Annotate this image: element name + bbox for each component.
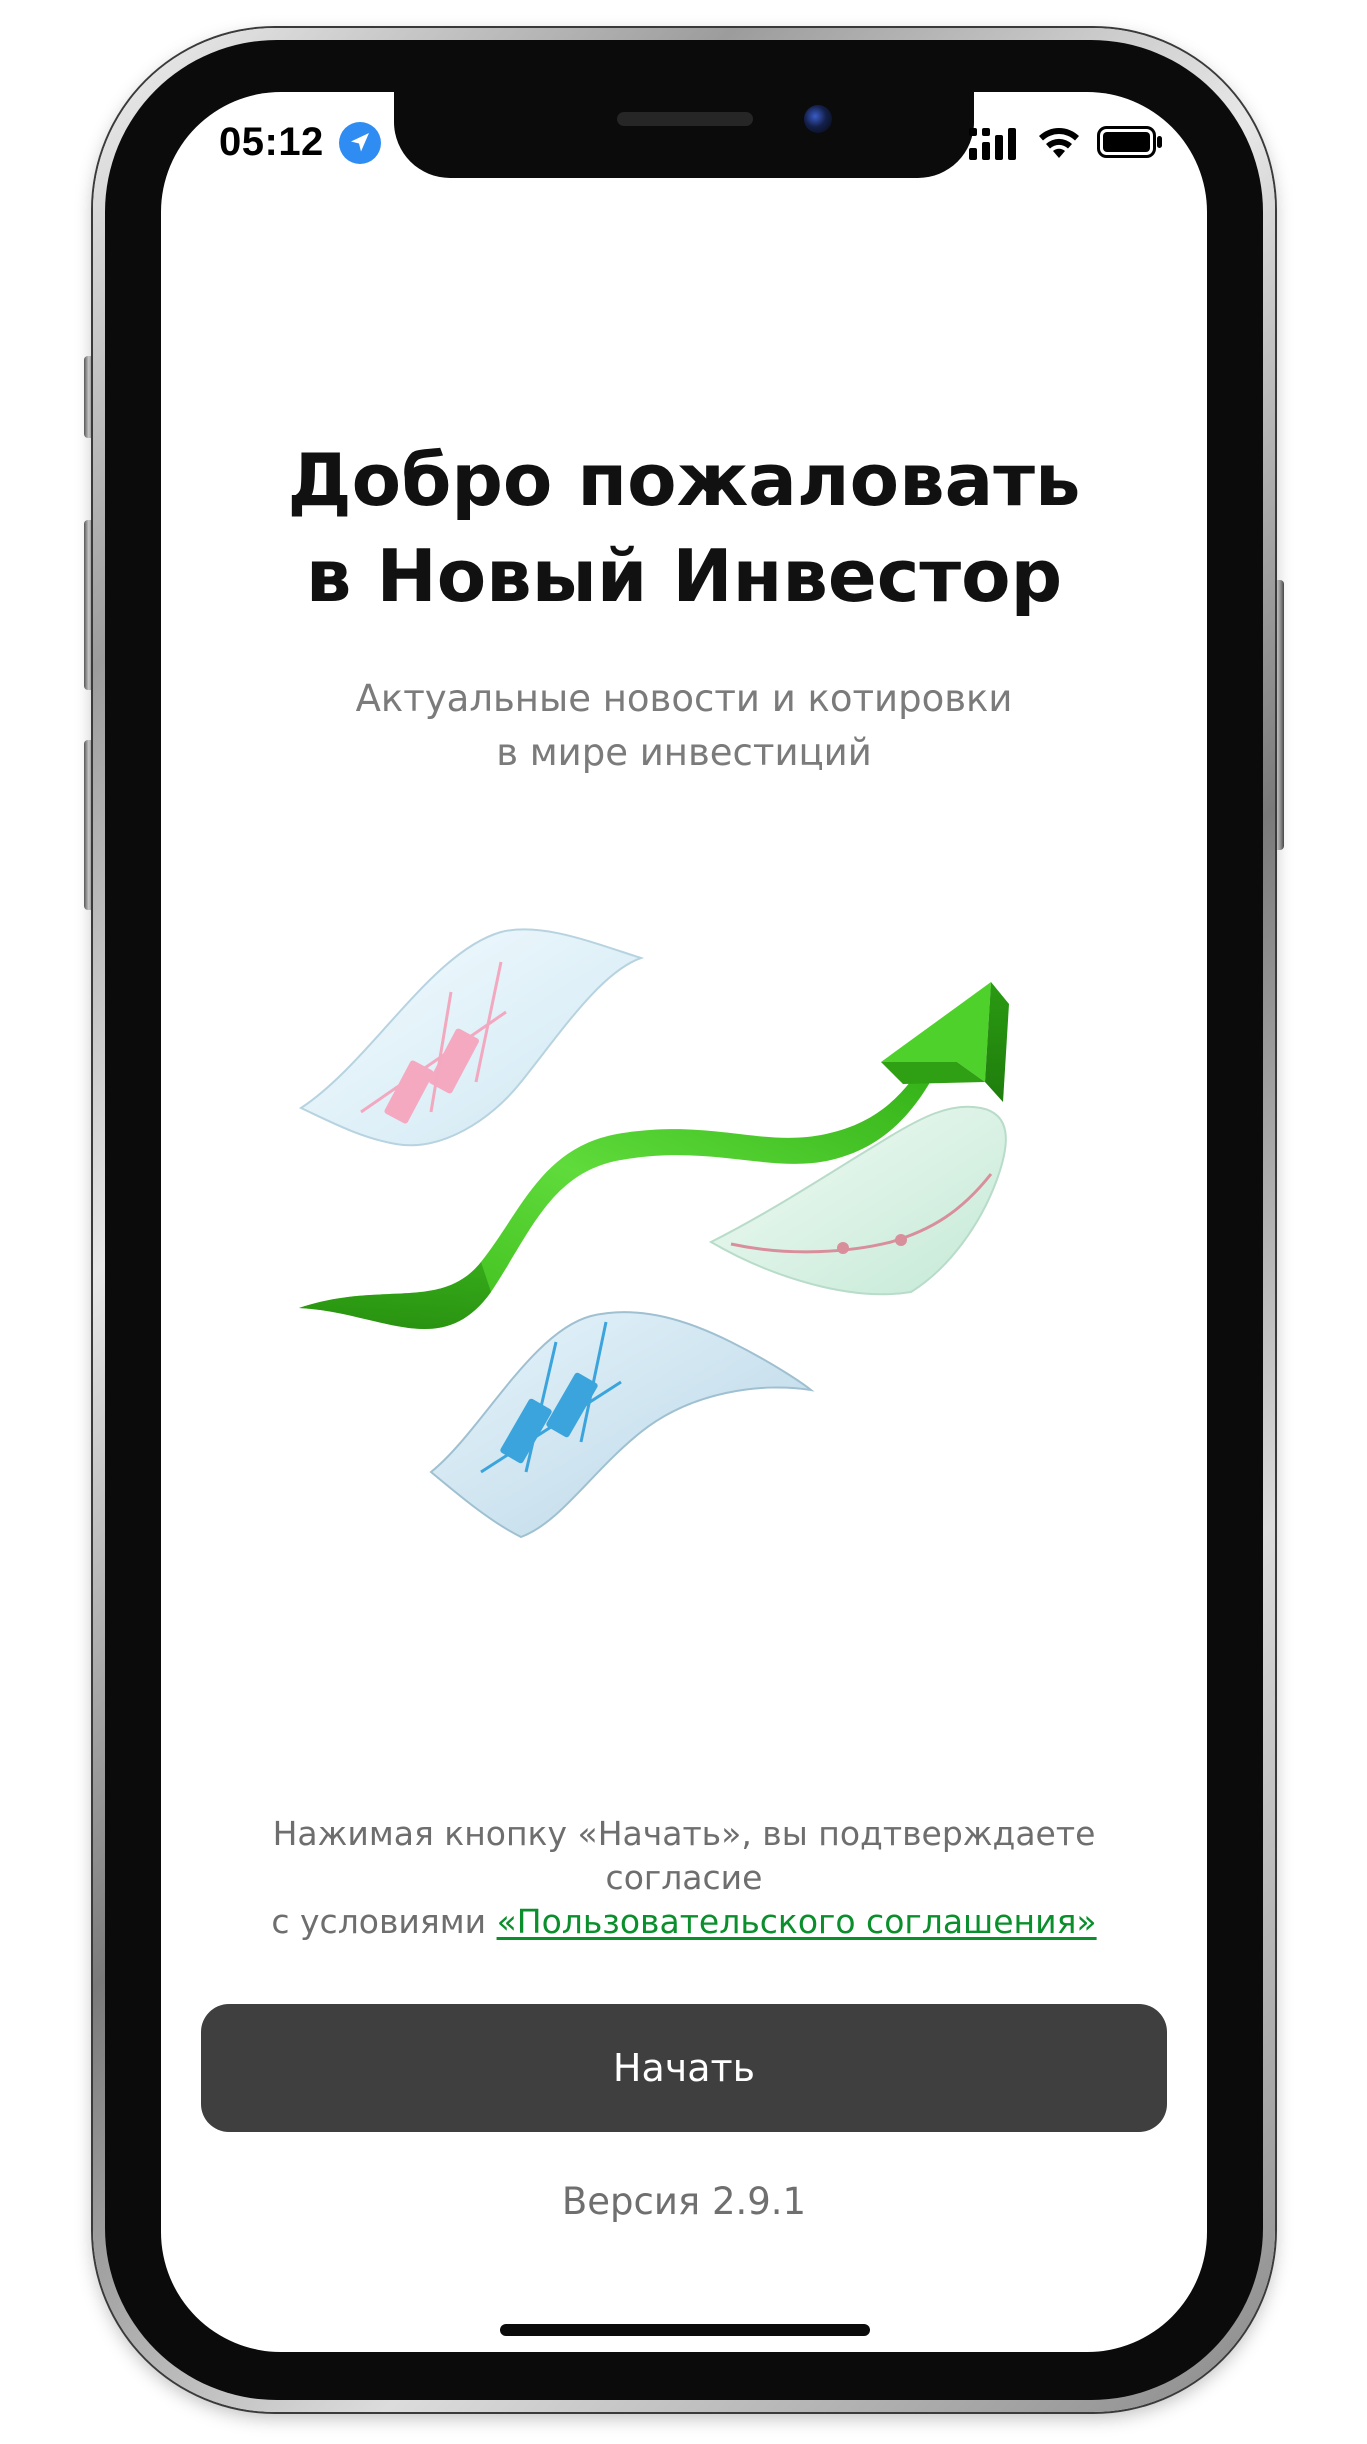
start-button[interactable]: Начать <box>201 2004 1167 2132</box>
consent-line-3-prefix: с условиями <box>271 1902 497 1941</box>
home-indicator[interactable] <box>500 2324 870 2336</box>
consent-line-3: с условиями «Пользовательского соглашени… <box>201 1900 1167 1944</box>
app-screen: 05:12 Добро пожаловать в Новый Инвестор <box>161 92 1207 2352</box>
status-time: 05:12 <box>219 120 324 164</box>
notch <box>394 92 974 178</box>
welcome-subtitle: Актуальные новости и котировки в мире ин… <box>161 672 1207 780</box>
welcome-title-line-2: в Новый Инвестор <box>305 534 1063 618</box>
location-arrow-icon <box>339 122 381 164</box>
consent-notice: Нажимая кнопку «Начать», вы подтверждает… <box>201 1812 1167 1944</box>
cellular-signal-icon <box>969 128 1016 160</box>
welcome-subtitle-line-1: Актуальные новости и котировки <box>355 677 1013 720</box>
consent-line-2: согласие <box>605 1858 763 1897</box>
consent-line-1: Нажимая кнопку «Начать», вы подтверждает… <box>272 1814 1096 1853</box>
wifi-icon <box>1039 128 1079 158</box>
app-version: Версия 2.9.1 <box>561 2180 807 2223</box>
device-mockup: 05:12 Добро пожаловать в Новый Инвестор <box>0 0 1367 2444</box>
growth-arrow-with-charts-illustration <box>298 928 1009 1539</box>
welcome-title-line-1: Добро пожаловать <box>287 438 1081 522</box>
welcome-title: Добро пожаловать в Новый Инвестор <box>161 432 1207 624</box>
pink-chart-paper <box>298 928 645 1147</box>
user-agreement-link[interactable]: «Пользовательского соглашения» <box>497 1902 1097 1941</box>
welcome-subtitle-line-2: в мире инвестиций <box>496 731 872 774</box>
earpiece-speaker <box>617 112 753 126</box>
battery-icon <box>1097 126 1162 158</box>
blue-chart-paper <box>429 1311 815 1539</box>
front-camera <box>804 105 832 133</box>
